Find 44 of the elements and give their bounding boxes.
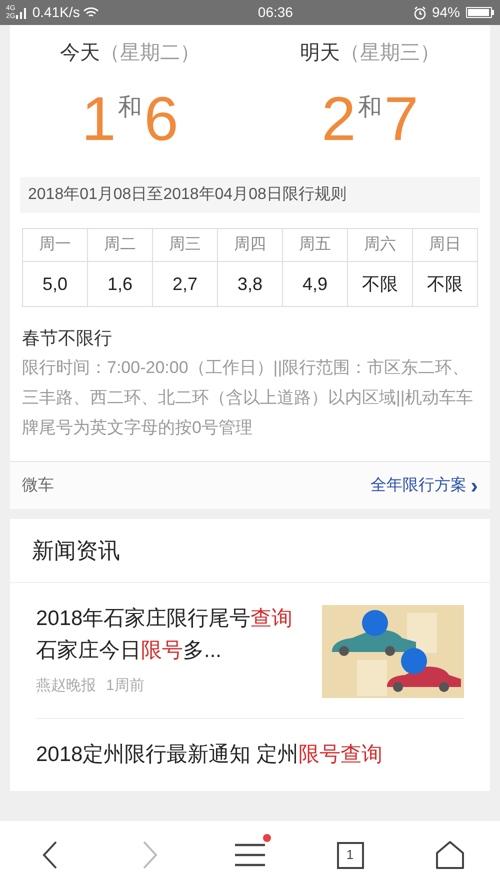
clock-time: 06:36 <box>258 3 293 22</box>
column-header: 周三 <box>153 229 218 262</box>
table-cell: 3,8 <box>218 262 283 307</box>
table-cell: 不限 <box>413 262 478 307</box>
news-source: 燕赵晚报 <box>36 676 96 696</box>
table-cell: 1,6 <box>88 262 153 307</box>
table-cell: 5,0 <box>23 262 88 307</box>
joiner-text: 和 <box>358 93 382 123</box>
table-cell: 不限 <box>348 262 413 307</box>
tabs-button[interactable]: 1 <box>336 842 364 868</box>
menu-icon <box>234 842 266 868</box>
table-cell: 4,9 <box>283 262 348 307</box>
news-title[interactable]: 2018年石家庄限行尾号查询 石家庄今日 限号多... <box>36 603 298 667</box>
wifi-icon <box>82 6 99 19</box>
column-header: 周二 <box>88 229 153 262</box>
day-label: 今天 <box>60 41 100 66</box>
plate-digit: 1 <box>82 87 116 153</box>
news-title[interactable]: 2018定州限行最新通知 定州限号查询 <box>36 739 464 771</box>
column-header: 周一 <box>23 229 88 262</box>
plate-digit: 7 <box>384 87 418 153</box>
weekday-label: （星期二） <box>100 41 200 66</box>
alarm-icon <box>412 6 427 20</box>
day-label: 明天 <box>300 41 340 66</box>
plate-digit: 2 <box>322 87 356 153</box>
notice-text: 春节不限行 <box>22 327 113 350</box>
battery-percent: 94% <box>432 3 460 22</box>
home-icon <box>435 840 465 870</box>
weekday-label: （星期三） <box>340 41 440 66</box>
news-time: 1周前 <box>106 676 144 696</box>
table-cell: 2,7 <box>153 262 218 307</box>
column-header: 周六 <box>348 229 413 262</box>
battery-icon <box>466 7 492 18</box>
network-speed: 0.41K/s <box>32 3 80 22</box>
column-header: 周五 <box>283 229 348 262</box>
section-title: 新闻资讯 <box>10 519 490 583</box>
plate-digit: 6 <box>144 87 178 153</box>
column-header: 周日 <box>413 229 478 262</box>
signal-icon <box>16 6 28 20</box>
plan-link[interactable]: 全年限行方案 › <box>370 474 478 498</box>
column-header: 周四 <box>218 229 283 262</box>
joiner-text: 和 <box>118 93 142 123</box>
source-label: 微车 <box>22 476 54 496</box>
rule-details: 限行时间：7:00-20:00（工作日）||限行范围：市区东二环、三丰路、西二环、北二环（含以上道路）以内区域||机动车车牌尾号为英文字母的按0号管理 <box>22 357 474 439</box>
rule-title: 2018年01月08日至2018年04月08日限行规则 <box>20 177 480 213</box>
